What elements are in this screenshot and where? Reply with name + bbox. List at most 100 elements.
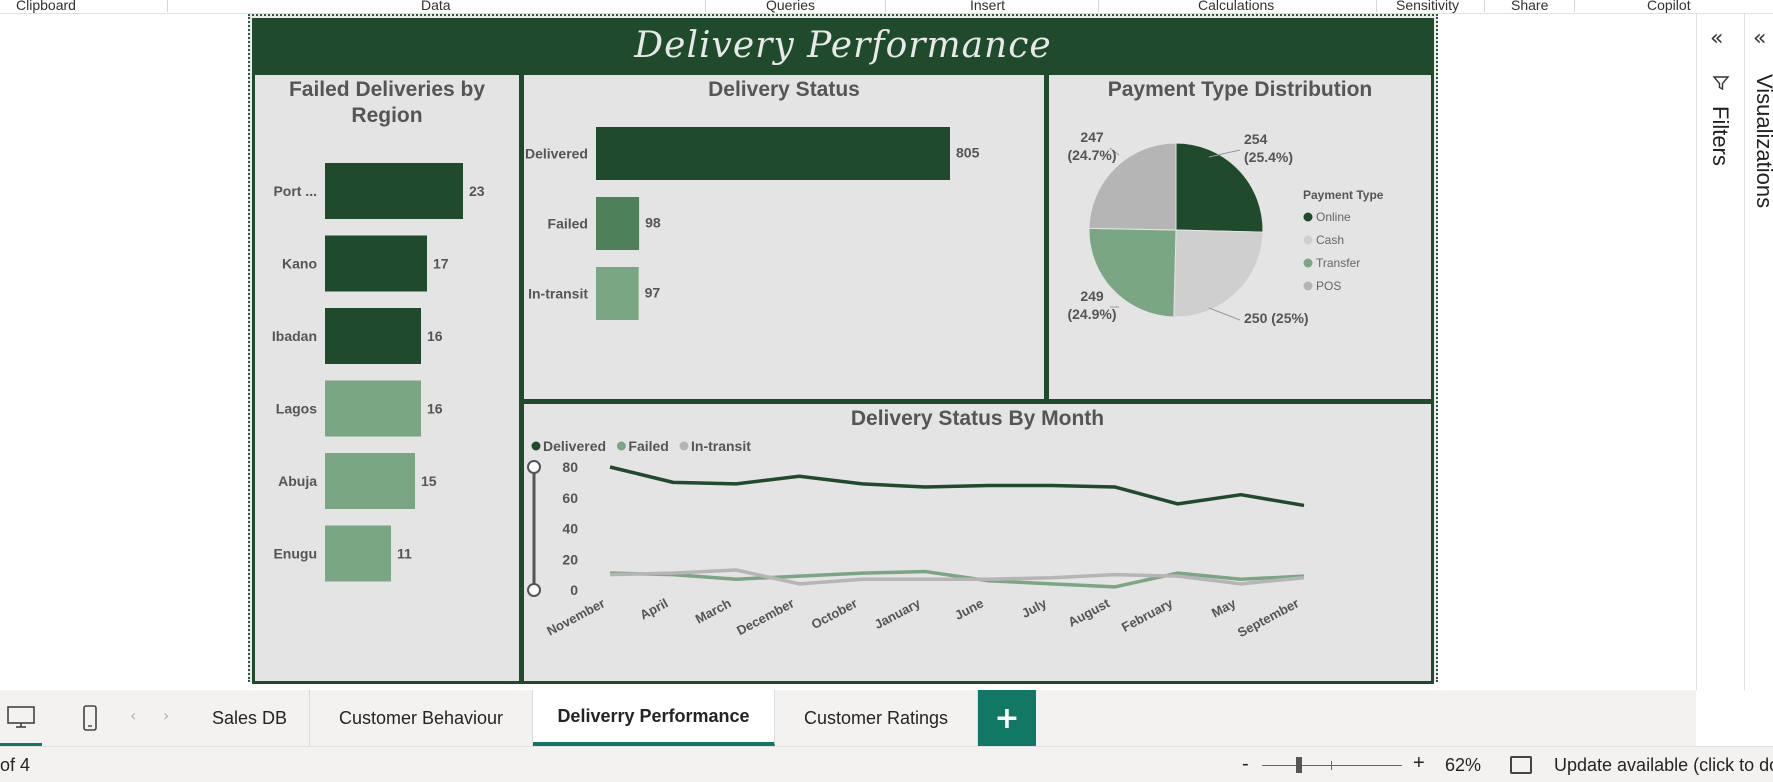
x-tick-label: November [544, 595, 607, 638]
category-label: In-transit [528, 286, 588, 302]
ribbon-group-labels: Clipboard Data Queries Insert Calculatio… [0, 0, 1773, 14]
x-tick-label: February [1119, 595, 1176, 635]
pie-slice [1173, 229, 1264, 318]
filters-label[interactable]: Filters [1707, 106, 1733, 166]
data-label: 16 [427, 328, 443, 344]
x-tick-label: September [1235, 595, 1301, 640]
x-tick-label: March [693, 595, 734, 626]
bar [325, 308, 421, 364]
x-tick-label: April [637, 595, 670, 622]
ribbon-separator [885, 0, 886, 12]
tab-deliverry-performance[interactable]: Deliverry Performance [533, 690, 775, 746]
category-label: Port ... [273, 183, 317, 199]
y-range-slider-handle [527, 583, 541, 597]
fit-to-page-icon[interactable] [1510, 756, 1532, 774]
ribbon-group-queries: Queries [766, 0, 816, 13]
category-label: Ibadan [272, 328, 317, 344]
x-tick-label: May [1209, 595, 1239, 620]
add-page-button[interactable]: + [978, 690, 1036, 746]
zoom-percent[interactable]: 62% [1445, 755, 1481, 776]
status-bar-chart: Delivered 805 Failed 98 In-transit 97 [525, 127, 980, 320]
slice-label: 254 [1244, 131, 1268, 147]
category-label: Kano [282, 256, 317, 272]
legend-marker [1303, 281, 1313, 291]
tab-sales-db[interactable]: Sales DB [190, 690, 310, 746]
data-label: 23 [469, 183, 485, 199]
legend-marker [531, 441, 541, 451]
x-tick-label: August [1066, 595, 1113, 630]
y-tick-label: 20 [562, 551, 578, 567]
slice-label: 249 [1080, 288, 1104, 304]
visualizations-label[interactable]: Visualizations [1751, 74, 1773, 208]
category-label: Enugu [273, 546, 317, 562]
payment-type-visual[interactable]: Payment Type Distribution 254 (25.4%) 250 … [1046, 72, 1434, 402]
failed-by-region-visual[interactable]: Failed Deliveries by Region Port ... 23 Ka… [252, 72, 522, 684]
bar [325, 380, 421, 437]
data-label: 16 [427, 401, 443, 417]
ribbon-separator [1376, 0, 1377, 12]
bar [596, 127, 950, 180]
data-label: 97 [645, 285, 661, 301]
ribbon-separator [1484, 0, 1485, 12]
bar [325, 163, 463, 219]
month-line-chart: Delivered Failed In-transit 0 20 40 60 80 Novemb… [527, 438, 1305, 640]
bar [596, 267, 639, 320]
zoom-in-button[interactable]: + [1413, 752, 1425, 775]
zoom-slider-track[interactable] [1262, 765, 1402, 766]
status-by-month-visual[interactable]: Delivery Status By Month Delivered Failed… [521, 401, 1434, 684]
ribbon-group-clipboard: Clipboard [16, 0, 76, 13]
legend-marker [1303, 212, 1313, 222]
previous-page-icon[interactable]: ‹ [130, 706, 136, 725]
collapse-filters-icon[interactable]: « [1710, 26, 1723, 51]
report-canvas: Delivery Performance Failed Deliveries b… [0, 14, 1696, 690]
right-panes: « Filters « Visualizations [1696, 14, 1773, 690]
slice-label: 250 (25%) [1244, 310, 1309, 326]
y-tick-label: 0 [570, 582, 578, 598]
ribbon-separator [1098, 0, 1099, 12]
y-tick-label: 80 [562, 459, 578, 475]
y-range-slider-handle [527, 460, 541, 474]
report-title: Delivery Performance [634, 24, 1052, 66]
ribbon-group-copilot: Copilot [1647, 0, 1691, 13]
x-tick-label: January [872, 595, 924, 632]
y-tick-label: 40 [562, 521, 578, 537]
ribbon-group-data: Data [421, 0, 451, 13]
legend-item: Online [1316, 210, 1351, 224]
data-label: 15 [421, 473, 437, 489]
report-page[interactable]: Delivery Performance Failed Deliveries b… [248, 14, 1438, 684]
ribbon-group-calculations: Calculations [1198, 0, 1275, 13]
slice-pct-label: (24.7%) [1067, 147, 1116, 163]
filters-pane[interactable]: « Filters [1697, 14, 1745, 690]
slice-pct-label: (24.9%) [1067, 306, 1116, 322]
update-available-link[interactable]: Update available (click to do [1554, 755, 1773, 776]
zoom-slider-thumb[interactable] [1296, 757, 1302, 773]
x-tick-label: June [952, 595, 986, 622]
legend-marker [616, 441, 626, 451]
data-label: 11 [397, 546, 412, 562]
x-tick-label: July [1019, 595, 1050, 621]
category-label: Delivered [525, 146, 588, 162]
zoom-out-button[interactable]: - [1242, 753, 1249, 776]
ribbon-separator [705, 0, 706, 12]
legend-marker [1303, 258, 1313, 268]
next-page-icon[interactable]: › [163, 706, 169, 725]
filter-icon [1712, 74, 1730, 96]
data-label: 17 [433, 256, 449, 272]
region-bar-chart: Port ... 23 Kano 17 Ibadan 16 Lagos 16 Abuja 15 En… [272, 163, 485, 582]
data-label: 805 [956, 145, 980, 161]
visualizations-pane[interactable]: « Visualizations [1745, 14, 1773, 690]
x-tick-label: December [734, 595, 797, 638]
legend-marker [679, 441, 689, 451]
page-tabs-bar: ‹ › Sales DB Customer Behaviour Deliverr… [0, 690, 1696, 746]
tab-customer-ratings[interactable]: Customer Ratings [775, 690, 978, 746]
y-tick-label: 60 [562, 490, 578, 506]
leader-line [1208, 307, 1241, 321]
mobile-layout-icon[interactable] [70, 690, 110, 746]
payment-pie-chart: 254 (25.4%) 250 (25%) 249 (24.9%) 247 (24.7%) P… [1067, 129, 1383, 326]
legend-item: In-transit [691, 438, 751, 454]
desktop-layout-icon[interactable] [0, 690, 42, 746]
tab-customer-behaviour[interactable]: Customer Behaviour [310, 690, 533, 746]
status-bar: of 4 - + 62% Update available (click to … [0, 746, 1773, 782]
delivery-status-visual[interactable]: Delivery Status Delivered 805 Failed 98 In-t… [521, 72, 1047, 402]
collapse-visualizations-icon[interactable]: « [1753, 26, 1766, 51]
